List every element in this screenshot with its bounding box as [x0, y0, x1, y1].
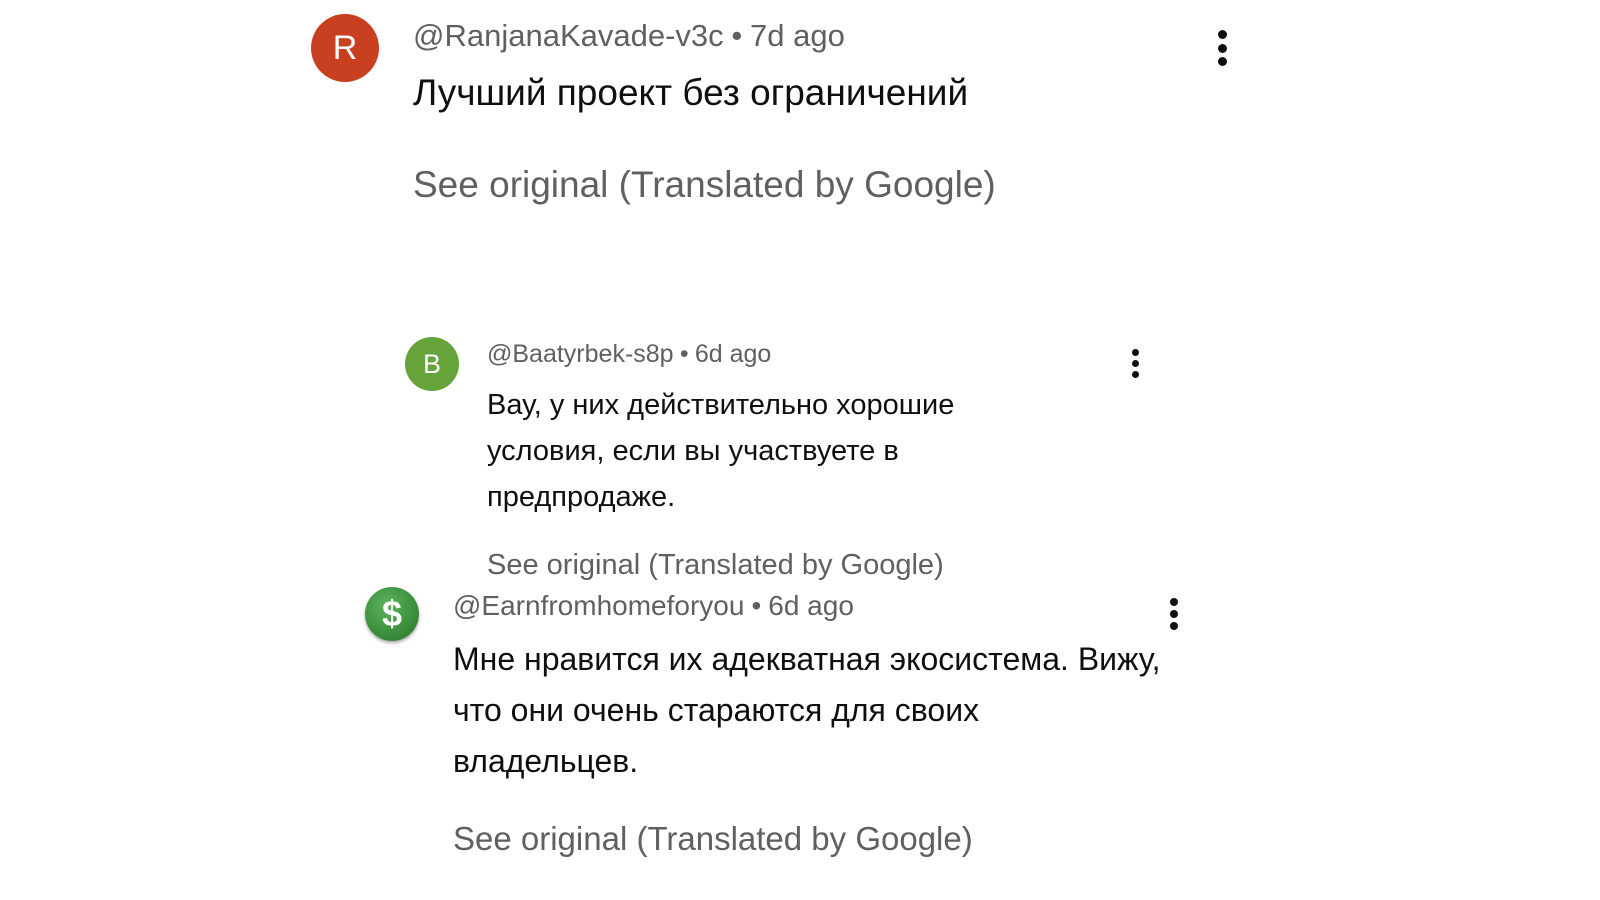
comment-author[interactable]: @Earnfromhomeforyou — [453, 590, 744, 621]
comment-timestamp[interactable]: 7d ago — [750, 18, 845, 53]
kebab-dot — [1131, 371, 1139, 378]
more-vert-icon[interactable] — [1168, 598, 1180, 630]
more-vert-icon[interactable] — [1215, 30, 1229, 66]
see-original-link[interactable]: See original (Translated by Google) — [487, 549, 944, 582]
avatar[interactable]: B — [405, 337, 459, 391]
dollar-avatar[interactable]: $ — [365, 587, 419, 641]
see-original-link[interactable]: See original (Translated by Google) — [453, 820, 973, 858]
kebab-dot — [1217, 43, 1227, 53]
comment-text: Мне нравится их адекватная экосистема. В… — [453, 641, 1161, 779]
kebab-dot — [1217, 30, 1227, 39]
kebab-dot — [1131, 360, 1139, 367]
kebab-dot — [1170, 610, 1178, 618]
kebab-dot — [1170, 622, 1178, 630]
avatar-letter: B — [422, 348, 441, 379]
comment-header: @Baatyrbek-s8p • 6d ago — [487, 340, 771, 369]
avatar[interactable]: R — [311, 14, 379, 82]
comment-text: Лучший проект без ограничений — [413, 72, 969, 113]
kebab-dot — [1170, 598, 1178, 606]
comment-author[interactable]: @RanjanaKavade-v3c — [413, 18, 724, 53]
separator-dot: • — [751, 590, 762, 621]
comment-timestamp[interactable]: 6d ago — [695, 340, 771, 368]
more-vert-icon[interactable] — [1129, 349, 1141, 378]
separator-dot: • — [731, 18, 743, 53]
dollar-sign-icon: $ — [381, 593, 403, 634]
see-original-link[interactable]: See original (Translated by Google) — [413, 164, 996, 206]
comment-text: Вау, у них действительно хорошие условия… — [487, 389, 955, 513]
comment-author[interactable]: @Baatyrbek-s8p — [487, 340, 674, 368]
comment-timestamp[interactable]: 6d ago — [768, 590, 854, 621]
avatar-letter: R — [332, 28, 358, 67]
separator-dot: • — [679, 340, 689, 368]
comment-header: @Earnfromhomeforyou • 6d ago — [453, 590, 854, 622]
kebab-dot — [1131, 349, 1139, 356]
comment-header: @RanjanaKavade-v3c • 7d ago — [413, 18, 845, 54]
kebab-dot — [1217, 57, 1227, 66]
